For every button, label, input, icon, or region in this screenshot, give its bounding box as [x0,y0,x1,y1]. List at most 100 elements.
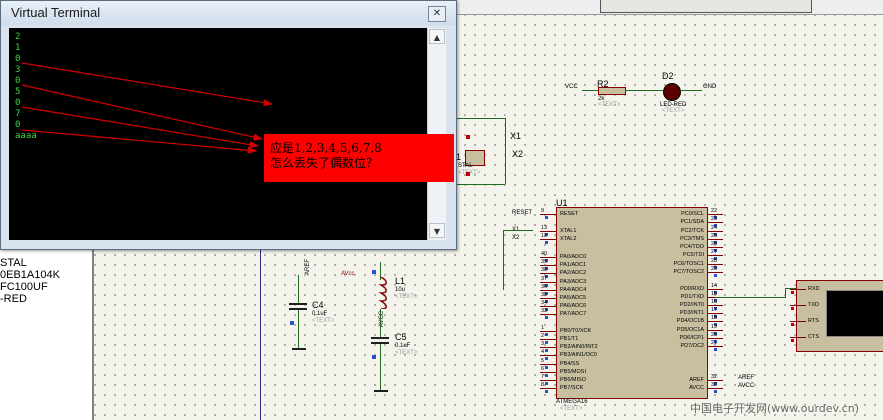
mcu-pin-number: 23 [711,216,718,222]
mcu-pin-line [707,239,723,240]
window-title: Virtual Terminal [11,5,101,20]
mcu-pin-line [707,338,723,339]
mcu-pin-label: PA6/ADC6 [560,303,587,309]
mcu-pin-label: PD2/INT0 [679,302,704,308]
inductor-l1[interactable] [374,277,388,309]
mcu-pin-number: 33 [541,308,548,314]
mcu-pin-label: PA2/ADC2 [560,270,587,276]
mcu-pin-line [707,214,723,215]
terminal-pin-label: CTS [808,334,819,340]
mcu-pin-number: 13 [541,225,548,231]
c5-text: <TEXT> [395,350,418,356]
mcu-pin-line [707,272,723,273]
mcu-pin-number: 28 [711,258,718,264]
watermark: 中国电子开发网(www.ourdev.cn) [690,402,860,415]
mcu-pin-net: AVCC [738,383,755,389]
mcu-pin-net: RESET [512,210,533,216]
mcu-pin-label: AVCC [689,385,704,391]
mcu-pin-label: PB0/T0/XCK [560,328,592,334]
mcu-pin-line [707,305,723,306]
component-list-item[interactable]: 0EB1A104K [0,269,60,281]
virtual-terminal-window[interactable]: Virtual Terminal ✕ 2 1 0 3 0 5 0 7 0 aaaa ▲ ▼ [0,0,457,250]
mcu-pin-label: PB2/AIN0/INT2 [560,344,598,350]
ground-symbol-2 [374,390,388,392]
window-titlebar[interactable]: Virtual Terminal ✕ [1,1,456,25]
aref-net-label: AREF [305,258,312,276]
r2-text: <TEXT> [598,102,621,108]
capacitor-c5[interactable] [371,337,389,339]
mcu-pin-number: 1 [541,325,545,331]
mcu-pin-net: X2 [512,235,520,241]
mcu-pin-line [707,255,723,256]
gnd-terminal-label: GND [703,84,717,90]
mcu-pin-line [707,289,723,290]
mcu-pin-line [707,222,723,223]
terminal-line: 0 [15,120,21,130]
mcu-pin-label: PC2/TCK [680,228,704,234]
scroll-up-icon[interactable]: ▲ [429,29,445,44]
mcu-pin-line [540,339,556,340]
c4-text: <TEXT> [312,318,335,324]
mcu-pin-label: PB6/MISO [560,377,586,383]
mcu-pin-label: PD5/OC1A [676,327,704,333]
mcu-pin-label: PC6/TOSC1 [673,261,704,267]
mcu-pin-number: 17 [711,307,718,313]
led-d2[interactable] [663,83,681,101]
mcu-pin-line [707,388,723,389]
terminal-line: 2 [15,32,21,42]
mcu-pin-line [540,388,556,389]
scroll-down-icon[interactable]: ▼ [429,223,445,238]
mcu-pin-line [540,380,556,381]
mcu-pin-number: 18 [711,315,718,321]
mcu-pin-label: PD4/OC1B [676,318,704,324]
capacitor-c4[interactable] [289,303,307,305]
mcu-pin-number: 29 [711,266,718,272]
mcu-pin-label: PB5/MOSI [560,369,586,375]
mcu-pin-number: 34 [541,300,548,306]
l1-label: L1 [395,276,406,286]
mcu-pin-number: 40 [541,251,548,257]
mcu-pin-label: PC5/TDI [682,252,704,258]
mcu-pin-number: 26 [711,241,718,247]
mcu-pin-line [540,214,556,215]
ground-symbol [292,348,306,350]
mcu-pin-label: AREF [689,377,704,383]
component-list-panel[interactable]: STAL 0EB1A104K FC100UF -RED [0,248,94,420]
mcu-pin-label: PB4/SS [560,361,580,367]
resistor-r2[interactable] [598,87,626,95]
mcu-pin-line [540,265,556,266]
mcu-pin-line [540,355,556,356]
mcu-pin-number: 8 [541,382,545,388]
close-icon[interactable]: ✕ [428,6,446,22]
mcu-pin-line [540,298,556,299]
mcu-pin-line [540,257,556,258]
mcu-pin-number: 12 [541,233,548,239]
mcu-pin-number: 24 [711,225,718,231]
mcu-pin-line [540,306,556,307]
mcu-pin-line [540,331,556,332]
mcu-pin-label: PC1/SDA [680,219,704,225]
terminal-pin-label: RXD [808,286,820,292]
d2-text: <TEXT> [662,108,685,114]
component-list-item[interactable]: FC100UF [0,281,48,293]
mcu-pin-label: PD0/RXD [680,286,704,292]
component-list-item[interactable]: -RED [0,293,27,305]
mcu-pin-number: 3 [541,341,545,347]
mcu-pin-line [707,346,723,347]
mcu-pin-line [540,282,556,283]
mcu-pin-line [707,313,723,314]
terminal-line: 0 [15,98,21,108]
mcu-pin-label: PC7/TOSC2 [673,269,704,275]
component-list-item[interactable]: STAL [0,257,27,269]
terminal-pin-line [790,289,806,290]
mcu-pin-label: PA4/ADC4 [560,287,587,293]
mcu-pin-net: AREF [738,375,755,381]
avcc-net-marker: AVcc [341,271,355,277]
terminal-line: 7 [15,109,21,119]
terminal-line: 0 [15,54,21,64]
terminal-pin-label: RTS [808,318,819,324]
mcu-pin-number: 2 [541,333,545,339]
mcu-pin-line [540,364,556,365]
mcu-pin-number: 35 [541,292,548,298]
mcu-pin-label: PB3/AIN1/OC0 [560,352,597,358]
